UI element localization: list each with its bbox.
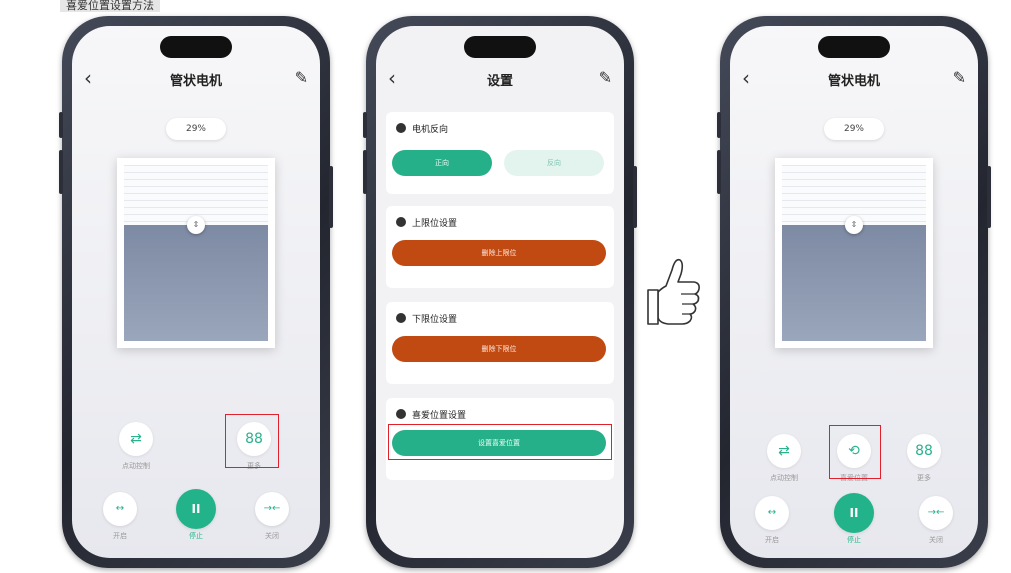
settings-screen: ‹ 设置 ✎ 电机反向 正向 反向 上限位设置 删除上限位 下限位设置 删除下限… bbox=[376, 26, 624, 558]
header: ‹ 管状电机 ✎ bbox=[730, 64, 978, 94]
window-glass bbox=[124, 225, 268, 341]
dynamic-island bbox=[818, 36, 890, 58]
lower-limit-card: 下限位设置 删除下限位 bbox=[386, 302, 614, 384]
header: ‹ 管状电机 ✎ bbox=[72, 64, 320, 94]
reverse-button[interactable]: 反向 bbox=[504, 150, 604, 176]
drag-handle-icon[interactable]: ⇕ bbox=[845, 216, 863, 234]
dynamic-island bbox=[160, 36, 232, 58]
drag-handle-icon[interactable]: ⇕ bbox=[187, 216, 205, 234]
stop-label: 停止 bbox=[189, 532, 203, 540]
open-label: 开启 bbox=[113, 532, 127, 540]
thumbs-up-icon bbox=[647, 258, 700, 325]
close-icon: →← bbox=[255, 492, 289, 526]
highlight-box bbox=[829, 425, 881, 479]
curtain-window: ⇕ bbox=[775, 158, 933, 348]
upper-limit-card: 上限位设置 删除上限位 bbox=[386, 206, 614, 288]
window-glass bbox=[782, 225, 926, 341]
edit-icon[interactable]: ✎ bbox=[599, 68, 612, 87]
delete-lower-limit-button[interactable]: 删除下限位 bbox=[392, 336, 606, 362]
close-label: 关闭 bbox=[929, 536, 943, 544]
edit-icon[interactable]: ✎ bbox=[953, 68, 966, 87]
motor-reverse-title: 电机反向 bbox=[396, 122, 448, 135]
jog-control-label: 点动控制 bbox=[122, 462, 150, 470]
settings-gear-icon bbox=[396, 409, 406, 419]
jog-control-button[interactable]: ⇄ 点动控制 bbox=[754, 434, 814, 483]
delete-upper-limit-button[interactable]: 删除上限位 bbox=[392, 240, 606, 266]
favorite-position-title: 喜爱位置设置 bbox=[396, 408, 466, 421]
page-title: 管状电机 bbox=[827, 74, 880, 89]
more-label: 更多 bbox=[917, 474, 931, 482]
motor-screen: ‹ 管状电机 ✎ 29% ⇕ ⇄ 点动控制 ⟲ 喜爱位置 88 更多 ↔ 开启 bbox=[730, 26, 978, 558]
open-button[interactable]: ↔ 开启 bbox=[747, 496, 797, 545]
upper-limit-title: 上限位设置 bbox=[396, 216, 457, 229]
dynamic-island bbox=[464, 36, 536, 58]
header: ‹ 设置 ✎ bbox=[376, 64, 624, 94]
highlight-box bbox=[225, 414, 279, 468]
phone-2: ‹ 设置 ✎ 电机反向 正向 反向 上限位设置 删除上限位 下限位设置 删除下限… bbox=[363, 16, 637, 568]
grid-icon: 88 bbox=[907, 434, 941, 468]
curtain-window: ⇕ bbox=[117, 158, 275, 348]
lower-limit-title: 下限位设置 bbox=[396, 312, 457, 325]
open-button[interactable]: ↔ 开启 bbox=[95, 492, 145, 541]
close-button[interactable]: →← 关闭 bbox=[911, 496, 961, 545]
position-percent-badge: 29% bbox=[824, 118, 884, 140]
open-icon: ↔ bbox=[755, 496, 789, 530]
sliders-icon: ⇄ bbox=[119, 422, 153, 456]
jog-control-button[interactable]: ⇄ 点动控制 bbox=[106, 422, 166, 471]
motor-reverse-card: 电机反向 正向 反向 bbox=[386, 112, 614, 194]
more-button[interactable]: 88 更多 bbox=[894, 434, 954, 483]
close-button[interactable]: →← 关闭 bbox=[247, 492, 297, 541]
settings-gear-icon bbox=[396, 217, 406, 227]
highlight-box bbox=[388, 424, 612, 460]
pause-icon: II bbox=[834, 493, 874, 533]
pause-icon: II bbox=[176, 489, 216, 529]
open-icon: ↔ bbox=[103, 492, 137, 526]
page-title: 管状电机 bbox=[169, 74, 222, 89]
page-title: 设置 bbox=[486, 74, 513, 89]
stop-button[interactable]: II 停止 bbox=[829, 493, 879, 545]
close-icon: →← bbox=[919, 496, 953, 530]
close-label: 关闭 bbox=[265, 532, 279, 540]
edit-icon[interactable]: ✎ bbox=[295, 68, 308, 87]
jog-control-label: 点动控制 bbox=[770, 474, 798, 482]
settings-gear-icon bbox=[396, 123, 406, 133]
settings-gear-icon bbox=[396, 313, 406, 323]
open-label: 开启 bbox=[765, 536, 779, 544]
motor-screen: ‹ 管状电机 ✎ 29% ⇕ ⇄ 点动控制 88 更多 ↔ 开启 II 停止 →… bbox=[72, 26, 320, 558]
stop-button[interactable]: II 停止 bbox=[171, 489, 221, 541]
phone-1: ‹ 管状电机 ✎ 29% ⇕ ⇄ 点动控制 88 更多 ↔ 开启 II 停止 →… bbox=[59, 16, 333, 568]
position-percent-badge: 29% bbox=[166, 118, 226, 140]
sliders-icon: ⇄ bbox=[767, 434, 801, 468]
forward-button[interactable]: 正向 bbox=[392, 150, 492, 176]
phone-3: ‹ 管状电机 ✎ 29% ⇕ ⇄ 点动控制 ⟲ 喜爱位置 88 更多 ↔ 开启 bbox=[717, 16, 991, 568]
caption: 喜爱位置设置方法 bbox=[60, 0, 160, 12]
stop-label: 停止 bbox=[847, 536, 861, 544]
